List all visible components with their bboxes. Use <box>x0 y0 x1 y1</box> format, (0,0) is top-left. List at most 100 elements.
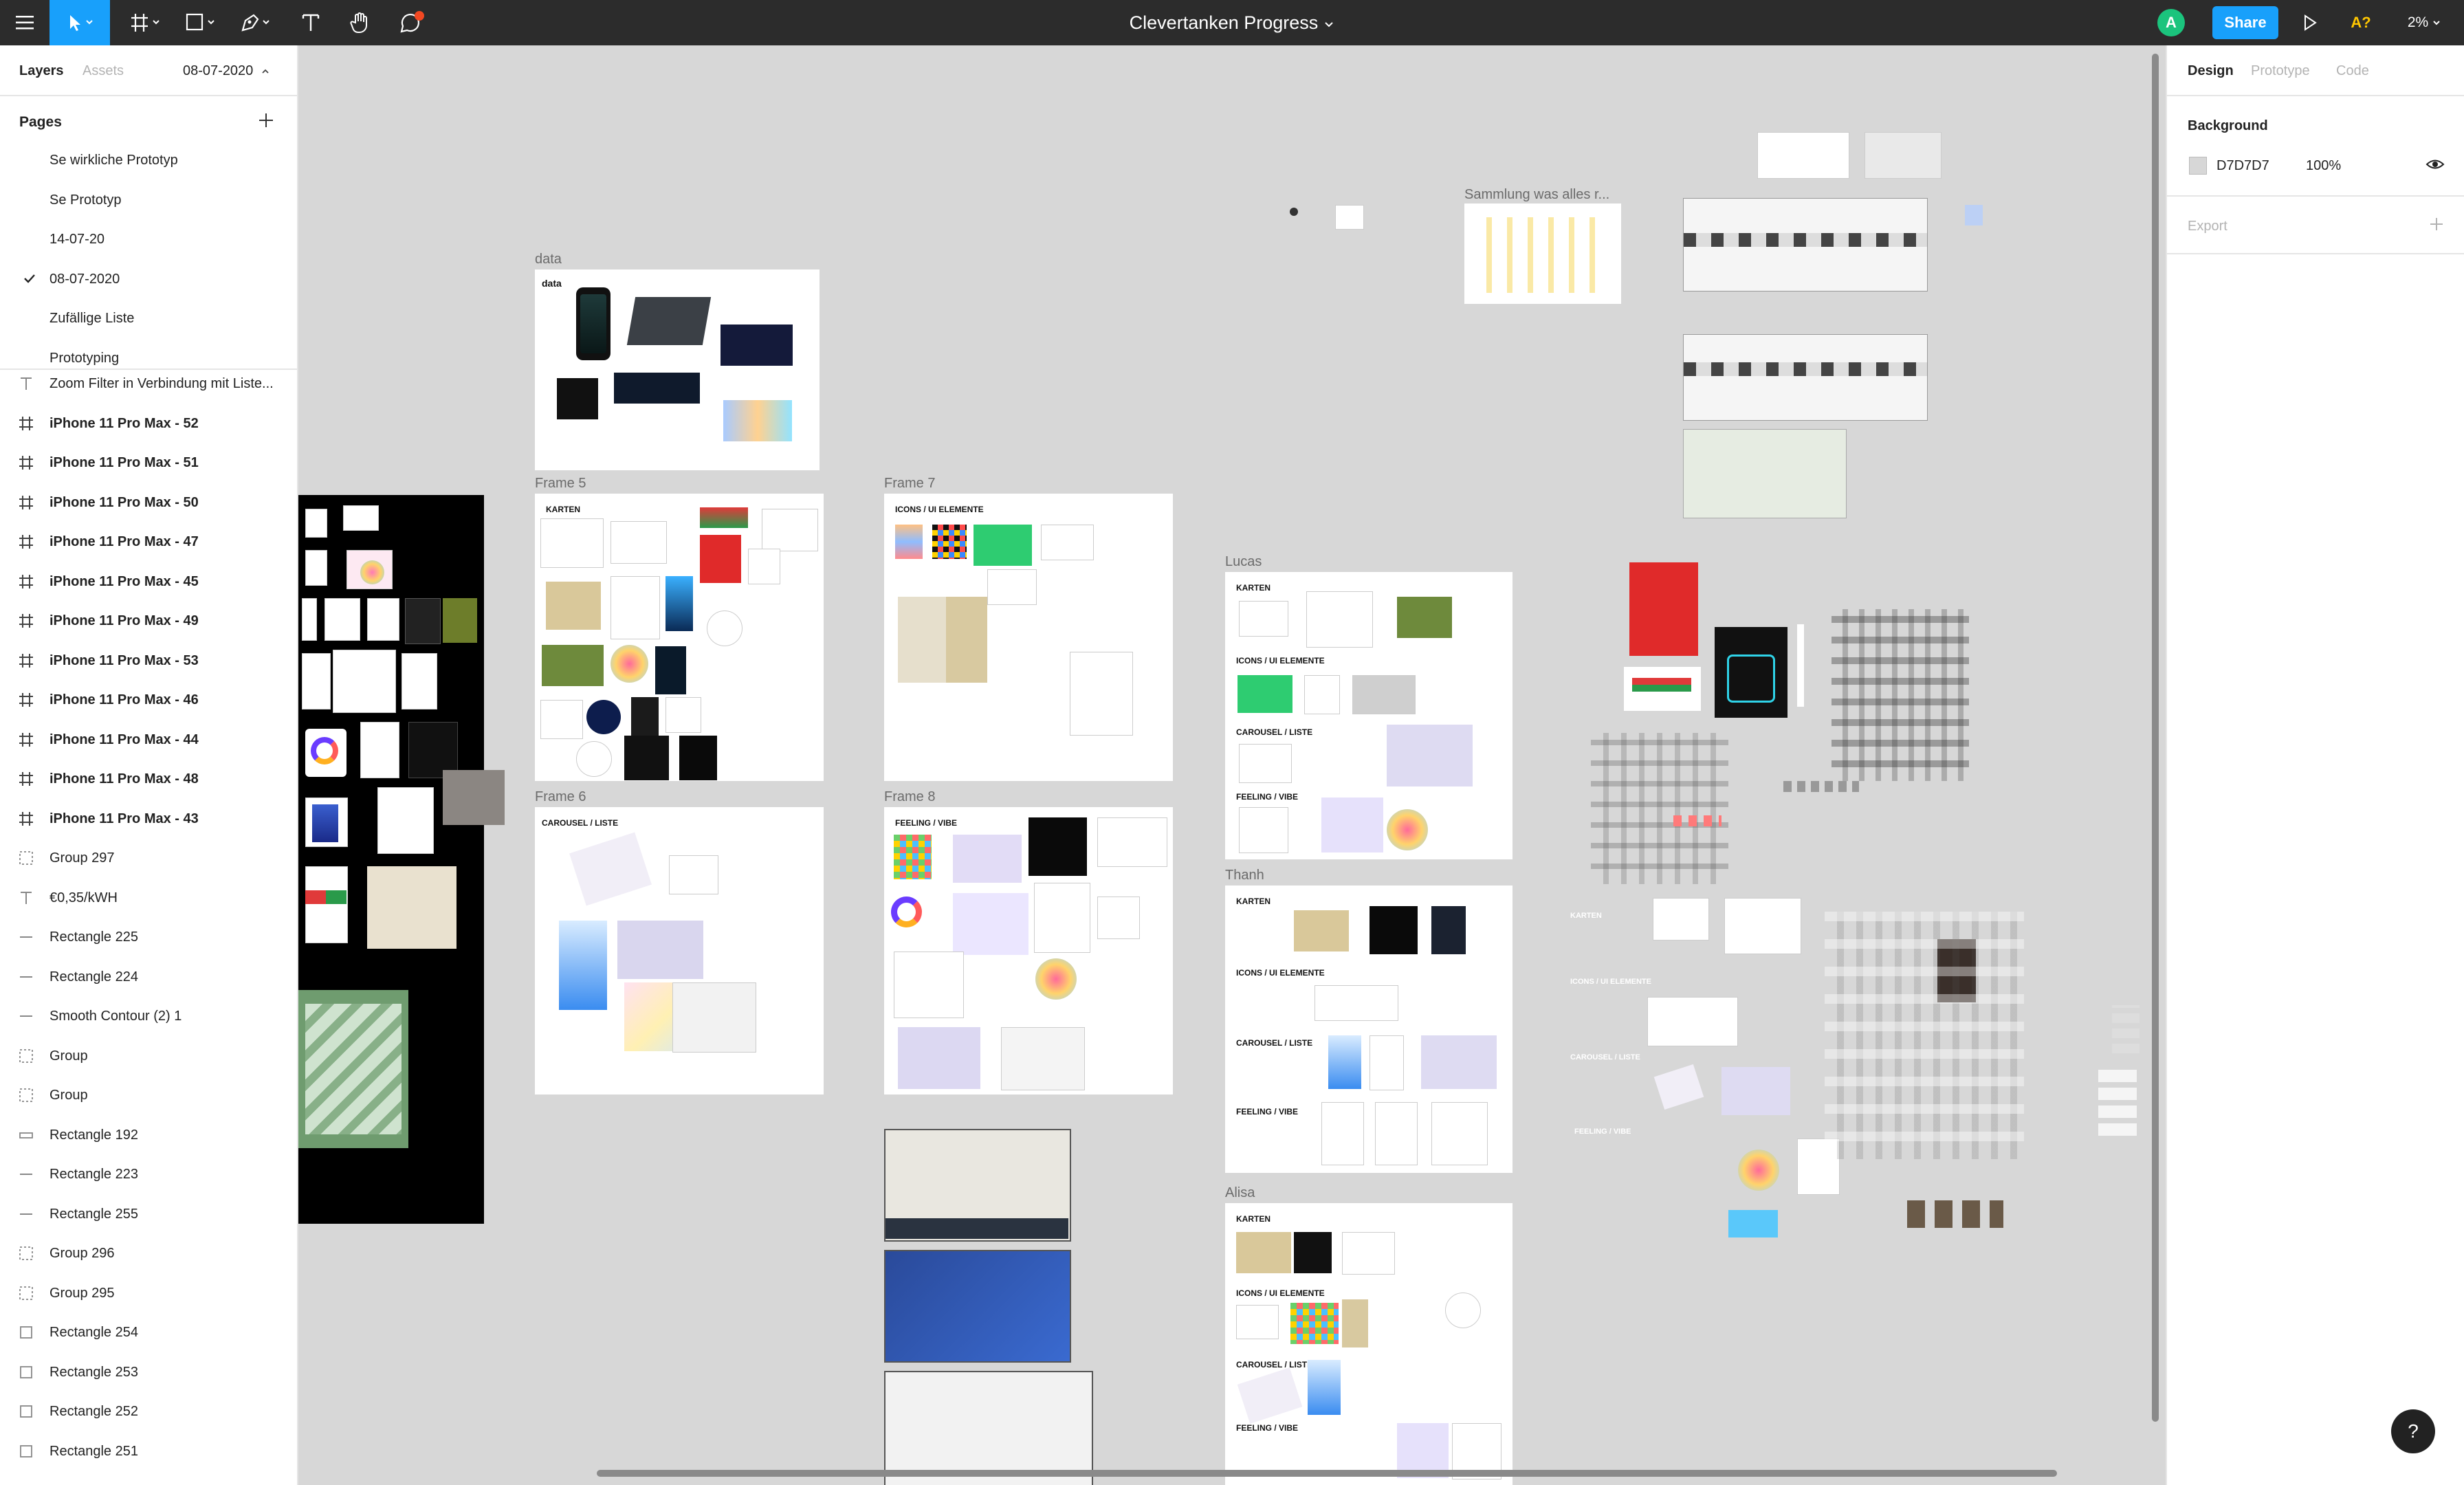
layer-item[interactable]: iPhone 11 Pro Max - 53 <box>0 641 297 681</box>
layer-item[interactable]: Rectangle 192 <box>0 1116 297 1155</box>
storyboard-grid-1[interactable] <box>1683 198 1928 292</box>
frame-label-frame7[interactable]: Frame 7 <box>884 476 935 492</box>
layer-item[interactable]: iPhone 11 Pro Max - 43 <box>0 800 297 839</box>
layer-item[interactable]: Rectangle 224 <box>0 958 297 997</box>
layer-item-label: Rectangle 192 <box>50 1127 138 1143</box>
page-item[interactable]: Se wirkliche Prototyp <box>0 144 297 179</box>
layer-item[interactable]: €0,35/kWH <box>0 879 297 918</box>
add-export-button[interactable] <box>2428 216 2445 236</box>
red-poster[interactable] <box>1629 562 1698 656</box>
frame-sammlung[interactable] <box>1464 204 1621 304</box>
layer-item[interactable]: Group 297 <box>0 839 297 878</box>
text-tool-button[interactable] <box>296 0 326 45</box>
share-button[interactable]: Share <box>2212 6 2278 39</box>
storyboard-grid-2[interactable] <box>1683 334 1928 421</box>
page-item[interactable]: 08-07-2020 <box>0 263 297 298</box>
layer-item[interactable]: iPhone 11 Pro Max - 49 <box>0 602 297 641</box>
file-title[interactable]: Clevertanken Progress <box>1130 12 1319 34</box>
layer-item[interactable]: Rectangle 254 <box>0 1313 297 1352</box>
page-item-label: Zufällige Liste <box>50 311 135 326</box>
grey-row <box>1783 781 1859 792</box>
layer-item[interactable]: Rectangle 252 <box>0 1392 297 1431</box>
layer-item[interactable]: iPhone 11 Pro Max - 51 <box>0 443 297 483</box>
layer-item[interactable]: Group 295 <box>0 1274 297 1313</box>
tab-design[interactable]: Design <box>2188 63 2234 79</box>
current-page-selector[interactable]: 08-07-2020 <box>183 63 270 79</box>
layer-item[interactable]: Group <box>0 1076 297 1115</box>
comment-tool-button[interactable] <box>395 0 430 45</box>
frame-thanh[interactable]: KARTEN ICONS / UI ELEMENTE CAROUSEL / LI… <box>1225 886 1512 1173</box>
shape-tool-button[interactable] <box>176 0 224 45</box>
page-item[interactable]: Se Prototyp <box>0 184 297 219</box>
frame-alisa[interactable]: KARTEN ICONS / UI ELEMENTE CAROUSEL / LI… <box>1225 1203 1512 1485</box>
page-item[interactable]: Zufällige Liste <box>0 302 297 337</box>
frame-frame7[interactable]: ICONS / UI ELEMENTE <box>884 494 1173 781</box>
tab-assets[interactable]: Assets <box>82 63 124 79</box>
frame-frame8[interactable]: FEELING / VIBE <box>884 807 1173 1094</box>
chevron-down-icon[interactable] <box>1323 12 1334 34</box>
layer-item[interactable]: Rectangle 223 <box>0 1155 297 1194</box>
layer-item[interactable]: Group 296 <box>0 1234 297 1273</box>
frame-label-alisa[interactable]: Alisa <box>1225 1185 1255 1201</box>
zoom-menu[interactable]: 2% <box>2397 0 2452 45</box>
ui-thumb <box>987 569 1037 605</box>
frame-label-frame8[interactable]: Frame 8 <box>884 789 935 805</box>
white-strip <box>1797 624 1804 707</box>
mockup-thumb <box>305 550 327 586</box>
tab-layers[interactable]: Layers <box>19 63 64 79</box>
help-button[interactable]: ? <box>2391 1409 2435 1453</box>
map-screenshot-bw[interactable] <box>884 1371 1093 1485</box>
frame-label-frame6[interactable]: Frame 6 <box>535 789 586 805</box>
visibility-toggle[interactable] <box>2426 157 2445 175</box>
layer-item[interactable]: iPhone 11 Pro Max - 48 <box>0 760 297 799</box>
layer-item[interactable]: iPhone 11 Pro Max - 52 <box>0 404 297 443</box>
mockup-board-black[interactable] <box>298 495 505 1224</box>
add-page-button[interactable] <box>257 111 278 132</box>
layer-item[interactable]: Rectangle 255 <box>0 1195 297 1234</box>
frame-frame6[interactable]: CAROUSEL / LISTE <box>535 807 824 1094</box>
frame-label-frame5[interactable]: Frame 5 <box>535 476 586 492</box>
layer-item[interactable]: Smooth Contour (2) 1 <box>0 997 297 1036</box>
hand-tool-button[interactable] <box>345 0 375 45</box>
avatar[interactable]: A <box>2157 9 2185 36</box>
map-screenshot-blue[interactable] <box>884 1250 1071 1363</box>
background-opacity[interactable]: 100% <box>2306 158 2341 174</box>
layer-item[interactable]: Rectangle 225 <box>0 918 297 957</box>
tab-code[interactable]: Code <box>2336 63 2369 79</box>
tab-prototype[interactable]: Prototype <box>2251 63 2310 79</box>
layer-item[interactable]: iPhone 11 Pro Max - 46 <box>0 681 297 720</box>
horizontal-scrollbar[interactable] <box>597 1470 2057 1477</box>
layer-item[interactable]: iPhone 11 Pro Max - 45 <box>0 562 297 602</box>
background-swatch[interactable] <box>2189 157 2207 175</box>
vertical-scrollbar[interactable] <box>2152 54 2159 1422</box>
lavender-card <box>953 835 1022 883</box>
frame-label-data[interactable]: data <box>535 252 562 267</box>
frame-tool-button[interactable] <box>121 0 169 45</box>
frame-label-lucas[interactable]: Lucas <box>1225 554 1262 570</box>
section-icons-ui: ICONS / UI ELEMENTE <box>1236 1288 1325 1298</box>
layer-item[interactable]: iPhone 11 Pro Max - 47 <box>0 522 297 562</box>
missing-fonts-button[interactable]: A? <box>2344 0 2377 45</box>
frame-frame5[interactable]: KARTEN <box>535 494 824 781</box>
route-map[interactable] <box>1683 429 1847 518</box>
mockup-thumb <box>302 653 331 710</box>
layer-item[interactable]: Rectangle 251 <box>0 1432 297 1471</box>
layer-item[interactable]: Rectangle 253 <box>0 1353 297 1392</box>
pen-tool-button[interactable] <box>231 0 279 45</box>
frame-label-thanh[interactable]: Thanh <box>1225 868 1264 883</box>
background-hex[interactable]: D7D7D7 <box>2216 158 2269 174</box>
frame-lucas[interactable]: KARTEN ICONS / UI ELEMENTE CAROUSEL / LI… <box>1225 572 1512 859</box>
dark-network-poster[interactable] <box>1715 627 1788 718</box>
page-item[interactable]: 14-07-20 <box>0 223 297 258</box>
layer-item-label: iPhone 11 Pro Max - 52 <box>50 415 199 431</box>
frame-data[interactable]: data <box>535 270 820 470</box>
move-tool-button[interactable] <box>50 0 110 45</box>
layer-item[interactable]: iPhone 11 Pro Max - 44 <box>0 720 297 760</box>
layer-item[interactable]: iPhone 11 Pro Max - 50 <box>0 483 297 522</box>
frame-label-sammlung[interactable]: Sammlung was alles r... <box>1464 187 1609 203</box>
layer-item[interactable]: Zoom Filter in Verbindung mit Liste... <box>0 364 297 404</box>
present-button[interactable] <box>2294 0 2326 45</box>
design-canvas[interactable]: data data Frame 5 KARTEN Frame 7 ICONS /… <box>298 45 2166 1485</box>
main-menu-button[interactable] <box>10 0 40 45</box>
layer-item[interactable]: Group <box>0 1037 297 1076</box>
